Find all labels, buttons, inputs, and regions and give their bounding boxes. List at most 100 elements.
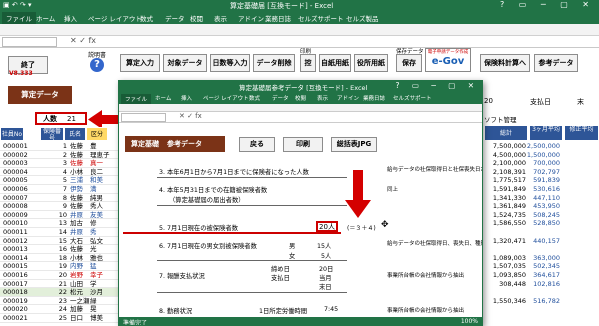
col-header-name: 氏名 — [64, 127, 86, 141]
table-row[interactable]: 000004 4 小林 良二 — [0, 168, 125, 177]
table-row[interactable]: 000011 14 井原秀 — [0, 228, 125, 237]
egov-button[interactable]: 電子申請データ作成 e-Gov — [425, 48, 471, 72]
table-row[interactable]: 000018 22 松元 沙月 — [0, 288, 125, 297]
table-row[interactable]: 000001 1 佐藤豊 — [0, 142, 125, 151]
last-name: 佐藤 — [70, 150, 83, 159]
line6-label: 6. 7月1日現在の男女別被保険者数 — [159, 243, 257, 250]
insurance-no: 14 — [58, 228, 67, 236]
official-form-button[interactable]: 役所用紙 — [354, 54, 388, 72]
employee-no: 000010 — [3, 219, 28, 228]
last-name: 三浦 — [70, 176, 83, 185]
divider — [157, 205, 347, 206]
ribbon-tab[interactable]: セルズ製品 — [346, 13, 379, 23]
work-hours-value: 7:45 — [324, 306, 339, 313]
fx-icon[interactable]: ✕ ✓ fx — [70, 36, 96, 45]
first-name: 光 — [90, 245, 97, 254]
table-row[interactable]: 000006 7 伊勢満 — [0, 185, 125, 194]
ribbon-tab[interactable]: セルズサポート — [298, 13, 344, 23]
data-delete-button[interactable]: データ削除 — [253, 54, 295, 72]
ref-data-window: 算定基礎届参考データ [互換モード] - Excel ? ▭ ─ ▢ ✕ ファイ… — [118, 80, 483, 326]
table-row[interactable]: 000003 3 佐藤 真一 — [0, 159, 125, 168]
insurance-calc-button[interactable]: 保険料計算へ — [480, 54, 530, 72]
help-icon[interactable]: ? — [90, 58, 104, 72]
popup-santei-button[interactable]: 算定基礎 参考データ — [125, 136, 225, 152]
table-row[interactable]: 000020 24 加藤晃 — [0, 305, 125, 314]
ribbon-tab[interactable]: ホーム — [36, 13, 55, 23]
popup-ribbon-tab[interactable]: 業務日誌 — [363, 94, 385, 102]
popup-ribbon-tab[interactable]: セルズサポート — [393, 94, 432, 102]
table-row[interactable]: 000014 18 小林 雅也 — [0, 254, 125, 263]
ribbon-tab[interactable]: 校閲 — [190, 13, 203, 23]
table-row[interactable]: 000021 25 日口 博美 — [0, 314, 125, 323]
name-box[interactable] — [2, 37, 57, 47]
table-row[interactable]: 000002 2 佐藤 理恵子 — [0, 151, 125, 160]
save-button[interactable]: 保存 — [396, 54, 422, 72]
jpg-button[interactable]: 総括表JPG — [331, 137, 377, 152]
table-row[interactable]: 000005 5 三浦 和美 — [0, 176, 125, 185]
table-row[interactable]: 000019 23 一之瀬緑 — [0, 297, 125, 306]
table-row[interactable]: 000015 19 内野猛 — [0, 262, 125, 271]
table-row[interactable]: 000008 9 佐藤 秀人 — [0, 202, 125, 211]
popup-ribbon-tab[interactable]: 校閲 — [295, 94, 306, 102]
print-copy-button[interactable]: 控 — [300, 54, 316, 72]
popup-window-controls[interactable]: ? ▭ ─ ▢ ✕ — [396, 81, 480, 90]
line5-formula: (＝３＋４) — [347, 225, 376, 232]
first-name: 純男 — [90, 193, 103, 202]
popup-ribbon-tab[interactable]: ファイル — [121, 94, 152, 104]
table-row[interactable]: 000016 20 岩野 幸子 — [0, 271, 125, 280]
popup-formula-bar: ✕ ✓ fx — [119, 112, 482, 123]
line8-label: 8. 勤務状況 — [159, 308, 193, 315]
pay-value: 当月 — [319, 275, 332, 282]
popup-ribbon-tab[interactable]: 挿入 — [181, 94, 192, 102]
window-controls[interactable]: ? ▭ ─ ▢ ✕ — [500, 0, 595, 9]
ribbon-tab[interactable]: 業務日誌 — [265, 13, 291, 23]
col-header-total: 総計 — [484, 125, 528, 141]
target-data-button[interactable]: 対象データ — [163, 54, 207, 72]
back-button[interactable]: 戻る — [239, 137, 275, 152]
table-row[interactable]: 000010 13 加古修 — [0, 219, 125, 228]
last-name: 松元 — [70, 288, 83, 297]
self-form-button[interactable]: 自紙用紙 — [319, 54, 351, 72]
santei-data-button[interactable]: 算定データ — [8, 86, 72, 104]
ribbon-tab[interactable]: ファイル — [2, 12, 36, 24]
popup-ribbon-tab[interactable]: ホーム — [155, 94, 171, 102]
last-name: 大石 — [70, 236, 83, 245]
ribbon-tab[interactable]: ページ レイアウト — [88, 13, 142, 23]
highlight-bar — [123, 232, 341, 234]
red-arrow-down — [345, 170, 371, 218]
shime-label: 締め日 — [271, 266, 290, 273]
popup-ribbon-tab[interactable]: 表示 — [317, 94, 328, 102]
employee-no: 000014 — [3, 253, 28, 262]
ribbon-tab[interactable]: 数式 — [140, 13, 153, 23]
line5-label: 5. 7月1日現在の被保険者数 — [159, 225, 238, 232]
ribbon-tab[interactable]: 挿入 — [64, 13, 77, 23]
popup-name-box[interactable] — [121, 113, 166, 122]
ribbon-tab[interactable]: アドイン — [238, 13, 264, 23]
ref-data-button[interactable]: 参考データ — [534, 54, 578, 72]
popup-fx-icon[interactable]: ✕ ✓ fx — [179, 112, 202, 120]
table-row[interactable]: 000017 21 山田学 — [0, 280, 125, 289]
employee-no: 000017 — [3, 279, 28, 288]
popup-ref-label: 参考データ — [167, 140, 202, 148]
popup-ribbon-tab[interactable]: データ — [272, 94, 289, 102]
table-row[interactable]: 000013 16 佐藤光 — [0, 245, 125, 254]
line4-label: 4. 本年5月31日までの在籍被保険者数 — [159, 187, 268, 194]
num20-label: 20 — [484, 97, 493, 105]
quick-access-icon[interactable]: ▣ ↶ ↷ ▾ — [3, 1, 32, 9]
popup-ribbon-tab[interactable]: 数式 — [249, 94, 260, 102]
daily-input-button[interactable]: 日数等入力 — [210, 54, 250, 72]
zoom-level[interactable]: 100% — [461, 318, 478, 325]
ribbon-tab[interactable]: データ — [165, 13, 185, 23]
popup-ribbon-tab[interactable]: アドイン — [337, 94, 359, 102]
first-name: 博美 — [90, 314, 103, 322]
employee-no: 000015 — [3, 262, 28, 271]
table-row[interactable]: 000007 8 佐藤 純男 — [0, 194, 125, 203]
insurance-no: 8 — [62, 193, 67, 202]
ribbon-tab[interactable]: 表示 — [214, 13, 227, 23]
table-row[interactable]: 000012 15 大石 弘文 — [0, 237, 125, 246]
calc-input-button[interactable]: 算定入力 — [120, 54, 160, 72]
popup-ribbon-tab[interactable]: ページ レイアウト — [203, 94, 249, 102]
print-button[interactable]: 印刷 — [283, 137, 323, 152]
first-name: 修 — [90, 219, 97, 228]
table-row[interactable]: 000009 10 井原 友美 — [0, 211, 125, 220]
